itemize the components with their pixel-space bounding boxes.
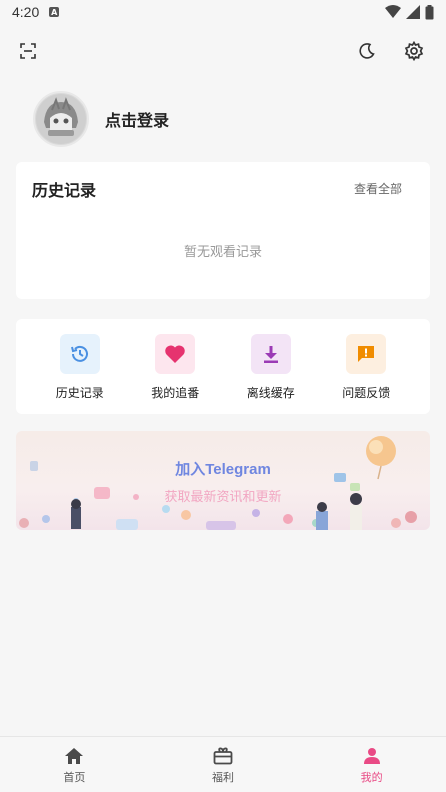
history-icon (59, 334, 100, 374)
menu-label-favorites: 我的追番 (151, 386, 200, 400)
menu-label-history: 历史记录 (55, 386, 104, 400)
menu-item-offline[interactable]: 离线缓存 (231, 319, 311, 414)
history-title: 历史记录 (32, 181, 97, 200)
gift-icon (213, 747, 233, 765)
status-time: 4:20 (12, 4, 40, 20)
scan-icon[interactable] (15, 38, 41, 64)
wifi-icon (385, 5, 401, 18)
view-all-link[interactable]: 查看全部 (354, 180, 402, 197)
status-bar: 4:20 A (0, 0, 446, 24)
login-label[interactable]: 点击登录 (105, 107, 169, 131)
nav-home[interactable]: 首页 (0, 737, 149, 792)
profile-section[interactable]: 点击登录 (33, 91, 169, 147)
menu-card: 历史记录 我的追番 离线缓存 问题反馈 (16, 319, 430, 414)
history-empty-text: 暂无观看记录 (183, 245, 262, 260)
banner-subtitle: 获取最新资讯和更新 (164, 490, 282, 505)
menu-item-favorites[interactable]: 我的追番 (135, 319, 215, 414)
moon-icon[interactable] (354, 38, 380, 64)
signal-icon (406, 5, 420, 19)
heart-icon (155, 334, 196, 374)
menu-item-feedback[interactable]: 问题反馈 (326, 319, 406, 414)
banner-title: 加入Telegram (175, 461, 271, 478)
menu-item-history[interactable]: 历史记录 (40, 319, 120, 414)
battery-icon (425, 4, 434, 19)
nav-label-mine: 我的 (360, 771, 383, 784)
home-icon (65, 748, 84, 764)
telegram-banner[interactable]: 加入Telegram 获取最新资讯和更新 (16, 431, 430, 530)
nav-mine[interactable]: 我的 (297, 737, 446, 792)
person-icon (363, 748, 380, 764)
download-icon (250, 334, 291, 374)
bottom-nav: 首页 福利 我的 (0, 736, 446, 792)
nav-label-home: 首页 (63, 771, 86, 784)
nav-welfare[interactable]: 福利 (149, 737, 298, 792)
banner-illustration (19, 436, 417, 530)
menu-label-offline: 离线缓存 (246, 386, 295, 400)
nav-label-welfare: 福利 (212, 771, 234, 784)
avatar[interactable] (33, 91, 89, 147)
gear-icon[interactable] (401, 38, 427, 64)
notification-icon: A (49, 7, 60, 17)
feedback-icon (346, 334, 387, 374)
menu-label-feedback: 问题反馈 (342, 386, 391, 400)
status-right (385, 4, 434, 20)
top-actions (0, 38, 446, 66)
history-card: 历史记录 查看全部 暂无观看记录 (16, 162, 430, 299)
